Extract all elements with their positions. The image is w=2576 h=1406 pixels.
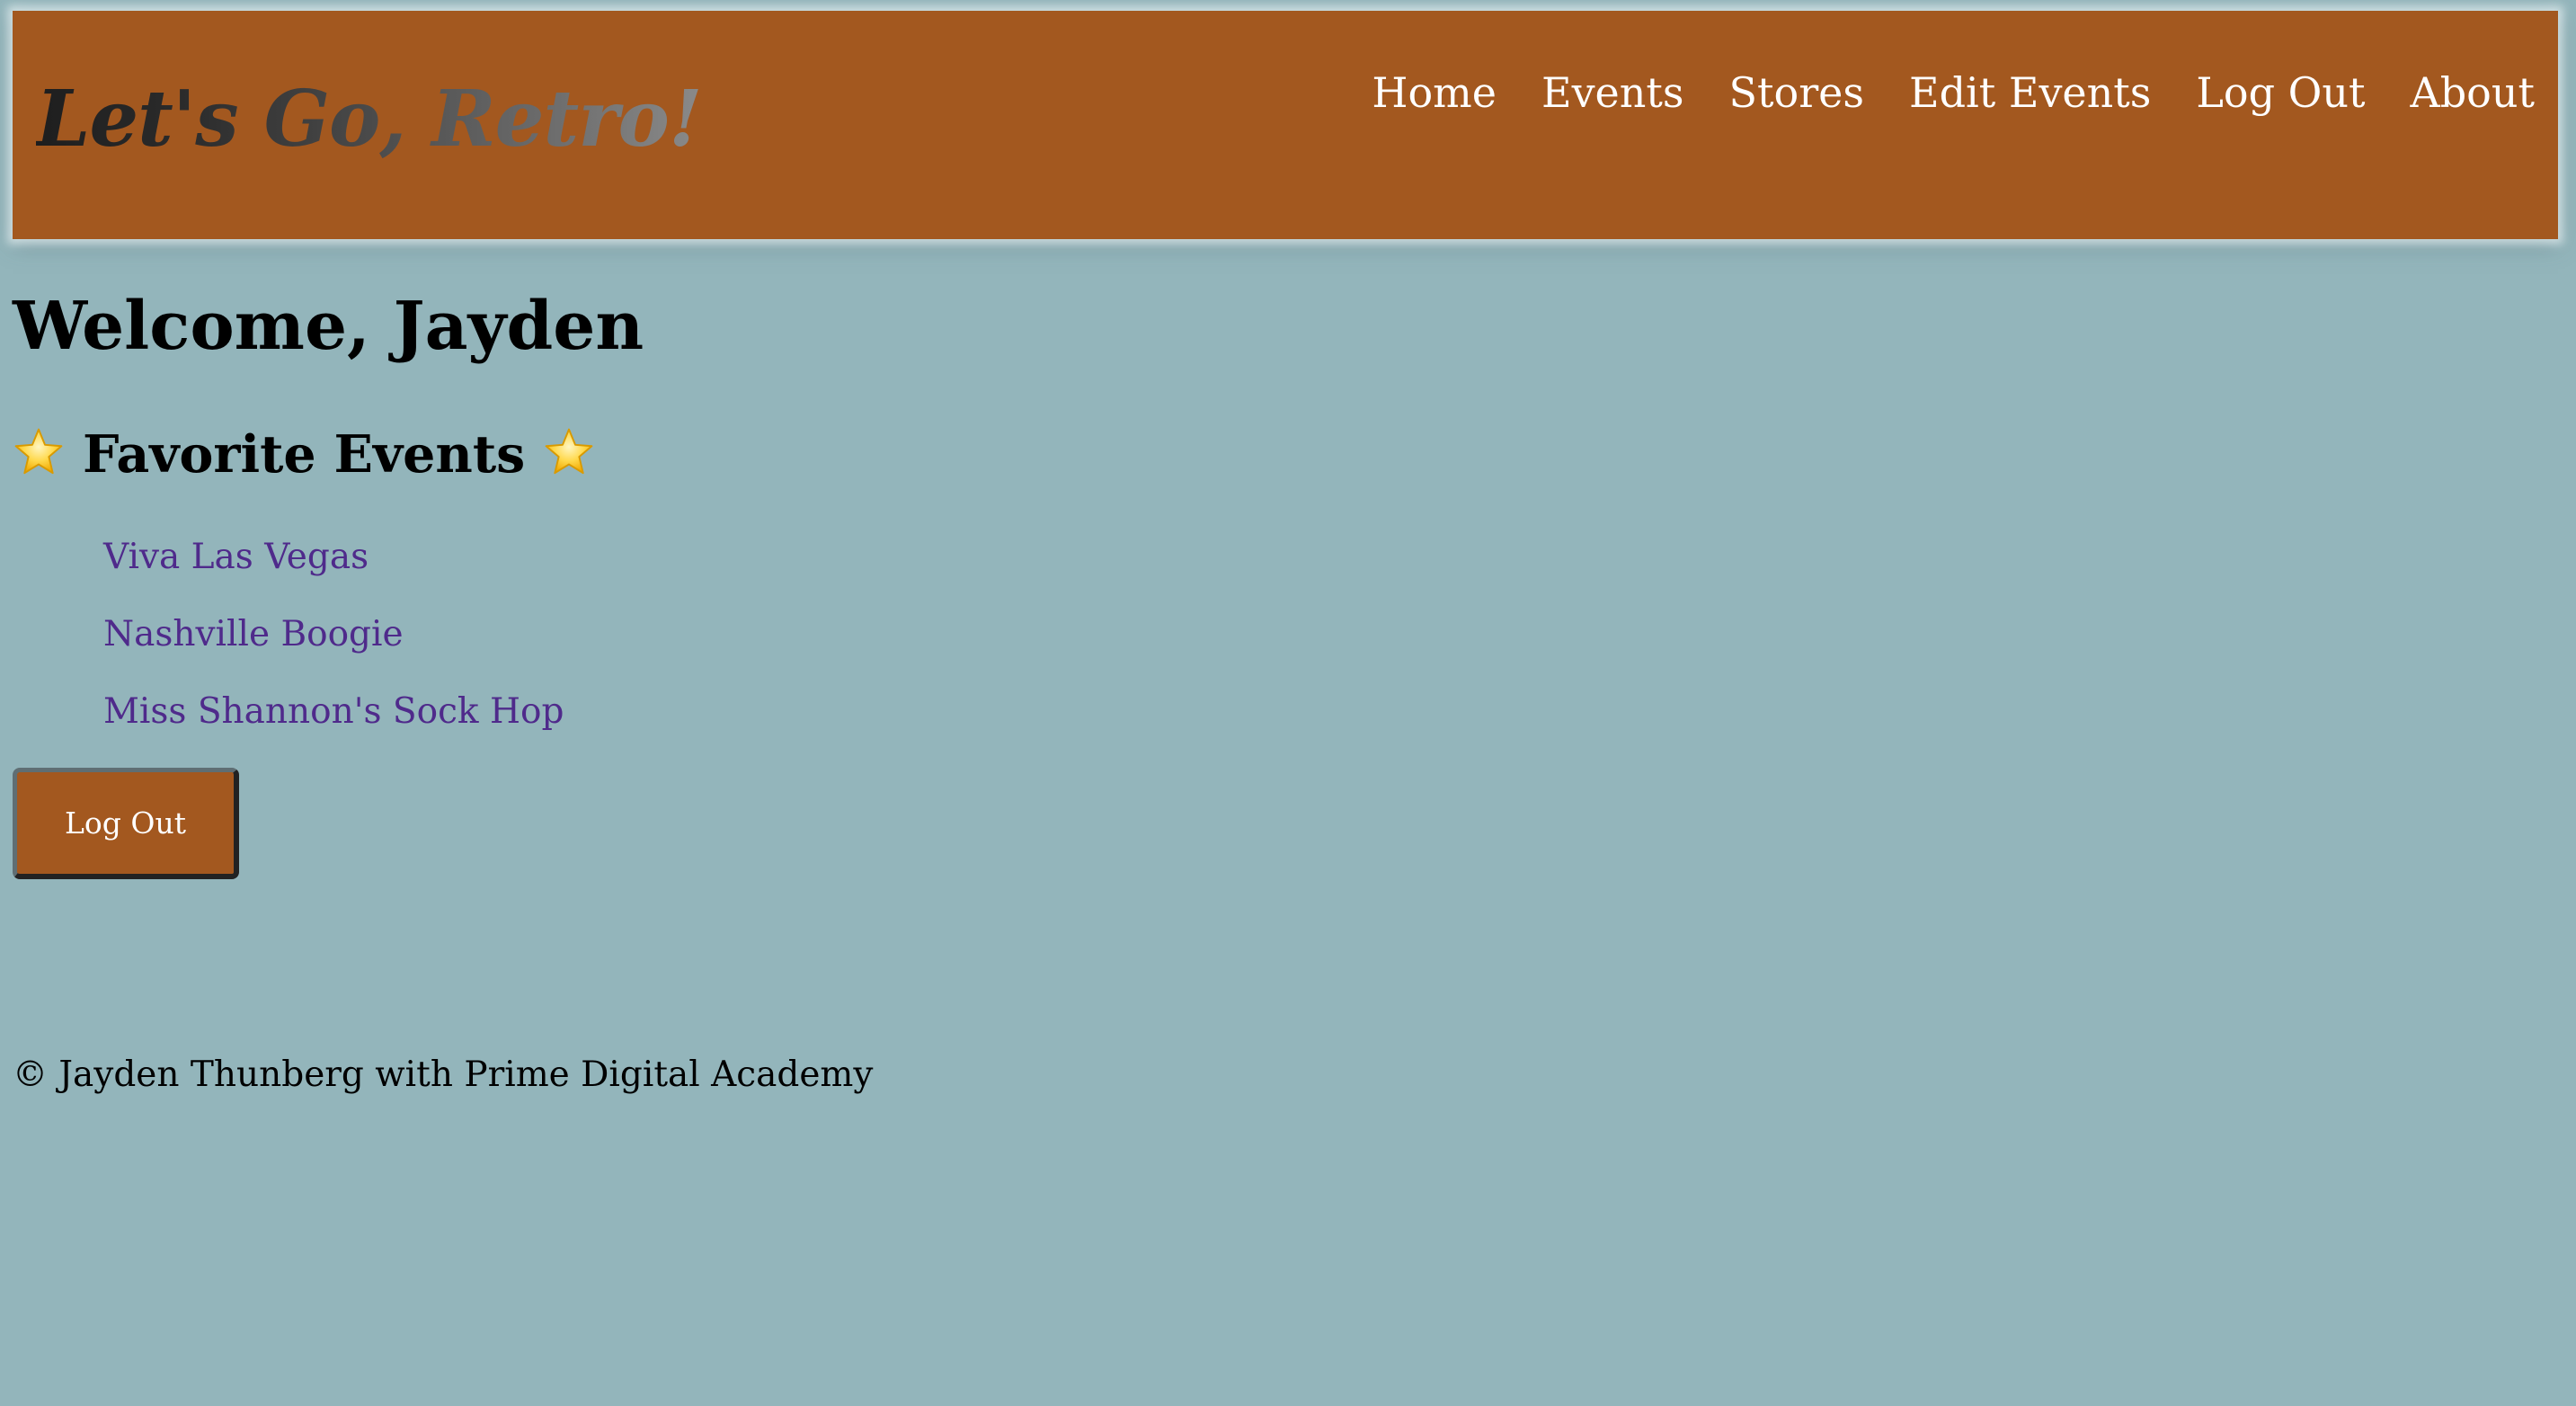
site-title[interactable]: Let's Go, Retro! <box>36 81 703 158</box>
nav-link-stores[interactable]: Stores <box>1729 72 1865 113</box>
logout-button[interactable]: Log Out <box>13 768 239 879</box>
favorite-events-list: Viva Las Vegas Nashville Boogie Miss Sha… <box>103 532 564 764</box>
nav-link-log-out[interactable]: Log Out <box>2196 72 2365 113</box>
footer: © Jayden Thunberg with Prime Digital Aca… <box>13 1054 874 1095</box>
welcome-heading: Welcome, Jayden <box>13 288 644 365</box>
nav-link-edit-events[interactable]: Edit Events <box>1909 72 2151 113</box>
nav-link-events[interactable]: Events <box>1541 72 1684 113</box>
favorite-events-title: Favorite Events <box>83 423 526 485</box>
list-item: Miss Shannon's Sock Hop <box>103 687 564 764</box>
list-item: Nashville Boogie <box>103 610 564 687</box>
nav-link-about[interactable]: About <box>2411 72 2535 113</box>
event-link-viva-las-vegas[interactable]: Viva Las Vegas <box>103 537 369 577</box>
star-icon <box>13 426 65 478</box>
favorite-events-heading: Favorite Events <box>13 428 595 480</box>
star-icon <box>543 426 595 478</box>
nav-link-home[interactable]: Home <box>1372 72 1497 113</box>
list-item: Viva Las Vegas <box>103 532 564 610</box>
top-navbar: Let's Go, Retro! Home Events Stores Edit… <box>13 11 2558 239</box>
event-link-nashville-boogie[interactable]: Nashville Boogie <box>103 614 404 654</box>
event-link-sock-hop[interactable]: Miss Shannon's Sock Hop <box>103 691 564 732</box>
nav-links: Home Events Stores Edit Events Log Out A… <box>1372 72 2535 113</box>
